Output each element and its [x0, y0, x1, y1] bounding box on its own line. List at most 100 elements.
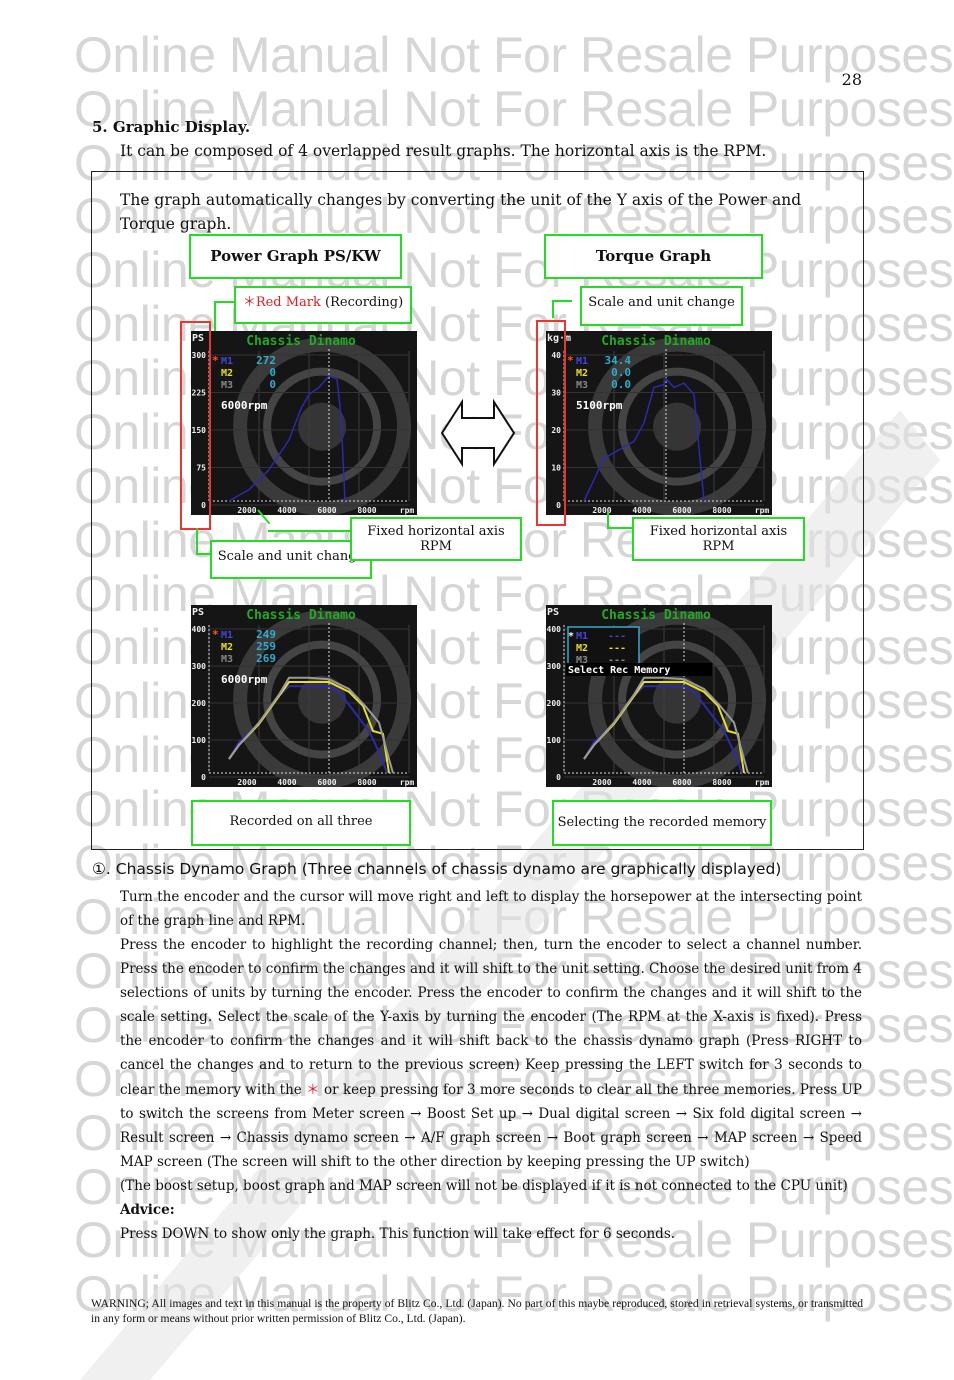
double-arrow-icon — [440, 398, 516, 468]
unit-label: PS — [547, 607, 559, 618]
power-screen: 300 225 150 75 0 2000 4000 6000 8000 rpm PS Chassis… — [191, 331, 417, 515]
x-tick-label: 8000 — [357, 506, 376, 515]
channel-label: M2 — [576, 643, 588, 654]
channel-label: M3 — [221, 380, 233, 391]
channel-value: 269 — [256, 652, 276, 665]
channel-label: M1 — [221, 630, 233, 641]
select-star-icon: * — [568, 631, 574, 642]
x-tick-label: 8000 — [712, 778, 731, 787]
channel-value: 0.0 — [611, 378, 631, 391]
x-tick-label: rpm — [400, 778, 415, 787]
red-star-icon: ＊ — [306, 1081, 320, 1098]
x-tick-label: 4000 — [277, 506, 296, 515]
y-tick-label: 200 — [192, 699, 207, 708]
torque-graph-title: Torque Graph — [544, 234, 763, 279]
page-number: 28 — [841, 70, 862, 89]
red-mark-label: ＊Red Mark — [242, 295, 321, 310]
channel-value: --- — [608, 631, 626, 642]
paragraph-text: Press the encoder to highlight the recor… — [120, 937, 862, 1098]
item1-heading: ①. Chassis Dynamo Graph (Three channels … — [92, 860, 782, 878]
x-tick-label: 8000 — [712, 506, 731, 515]
x-tick-label: 4000 — [632, 506, 651, 515]
scale-unit-callout-torque: Scale and unit change — [580, 286, 743, 326]
red-mark-callout: ＊Red Mark (Recording) — [234, 286, 412, 324]
y-tick-label: 300 — [547, 662, 562, 671]
x-tick-label: 6000 — [672, 778, 691, 787]
recorded-all-callout: Recorded on all three — [191, 800, 411, 846]
rpm-readout: 6000rpm — [221, 399, 268, 412]
x-tick-label: 6000 — [317, 778, 336, 787]
app-title: Chassis Dinamo — [601, 608, 711, 623]
channel-label: M3 — [221, 654, 233, 665]
wheel-hub — [298, 402, 347, 451]
channel-label: M2 — [221, 642, 233, 653]
copyright-warning: WARNING; All images and text in this man… — [91, 1297, 863, 1325]
callout-line — [196, 528, 198, 554]
y-tick-label: 0 — [201, 773, 206, 782]
figure-intro: The graph automatically changes by conve… — [120, 191, 802, 233]
y-tick-label: 100 — [547, 736, 562, 745]
x-tick-label: rpm — [400, 506, 415, 515]
fixed-axis-callout-torque: Fixed horizontal axis RPM — [632, 517, 805, 561]
x-tick-label: 4000 — [277, 778, 296, 787]
channel-label: M1 — [576, 631, 588, 642]
callout-line — [214, 301, 234, 303]
x-tick-label: rpm — [755, 778, 770, 787]
callout-line — [552, 300, 572, 302]
y-tick-label: 0 — [556, 773, 561, 782]
x-tick-label: 8000 — [357, 778, 376, 787]
torque-screen: 40 30 20 10 0 2000 4000 6000 8000 rpm kg·m Chassis … — [546, 331, 772, 515]
y-axis-highlight-power — [180, 321, 211, 530]
item1-paragraph3: (The boost setup, boost graph and MAP sc… — [120, 1178, 848, 1194]
channel-label: M2 — [221, 368, 233, 379]
advice-label: Advice: — [120, 1202, 175, 1218]
x-tick-label: 2000 — [237, 778, 256, 787]
y-tick-label: 300 — [192, 662, 207, 671]
select-memory-screen: 400 300 200 100 0 2000 4000 6000 8000 rpm PS Chassi… — [546, 605, 772, 787]
rpm-readout: 5100rpm — [576, 399, 623, 412]
select-rec-memory-label: Select Rec Memory — [568, 665, 670, 676]
callout-line — [268, 530, 352, 532]
record-star-icon: * — [567, 354, 574, 367]
channel-label: M1 — [221, 356, 233, 367]
scale-unit-callout-power: Scale and unit change — [210, 540, 372, 579]
item1-paragraph2: Press the encoder to highlight the recor… — [120, 933, 862, 1174]
y-axis-highlight-torque — [536, 320, 566, 526]
callout-line — [552, 300, 554, 318]
section-title: 5. Graphic Display. — [92, 118, 251, 136]
selecting-memory-callout: Selecting the recorded memory — [552, 800, 772, 846]
record-star-icon: * — [212, 628, 219, 641]
recorded-all-screen: 400 300 200 100 0 2000 4000 6000 8000 rpm PS Chassi… — [191, 605, 417, 787]
channel-value: --- — [608, 643, 626, 654]
unit-label: PS — [192, 607, 204, 618]
section-description: It can be composed of 4 overlapped resul… — [120, 142, 767, 160]
x-tick-label: rpm — [755, 506, 770, 515]
x-tick-label: 2000 — [237, 506, 256, 515]
x-tick-label: 4000 — [632, 778, 651, 787]
y-tick-label: 400 — [192, 625, 207, 634]
channel-label: M1 — [576, 356, 588, 367]
y-tick-label: 400 — [547, 625, 562, 634]
x-tick-label: 6000 — [672, 506, 691, 515]
channel-label: M2 — [576, 368, 588, 379]
record-star-icon: * — [212, 354, 219, 367]
wheel-hub — [653, 402, 702, 451]
y-tick-label: 100 — [192, 736, 207, 745]
x-tick-label: 2000 — [592, 778, 611, 787]
channel-value: 0 — [269, 378, 276, 391]
y-tick-label: 200 — [547, 699, 562, 708]
power-graph-title: Power Graph PS/KW — [189, 234, 402, 279]
channel-label: M3 — [576, 380, 588, 391]
advice-text: Press DOWN to show only the graph. This … — [120, 1226, 676, 1242]
app-title: Chassis Dinamo — [246, 334, 356, 349]
fixed-axis-callout-power: Fixed horizontal axis RPM — [350, 517, 522, 561]
app-title: Chassis Dinamo — [246, 608, 356, 623]
watermark-text: Online Manual Not For Resale Purposes — [74, 27, 954, 83]
app-title: Chassis Dinamo — [601, 334, 711, 349]
item1-paragraph1: Turn the encoder and the cursor will mov… — [120, 889, 862, 930]
callout-line — [607, 527, 633, 529]
rpm-readout: 6000rpm — [221, 673, 268, 686]
callout-line — [607, 512, 609, 528]
recording-label: (Recording) — [320, 295, 404, 310]
x-tick-label: 6000 — [317, 506, 336, 515]
